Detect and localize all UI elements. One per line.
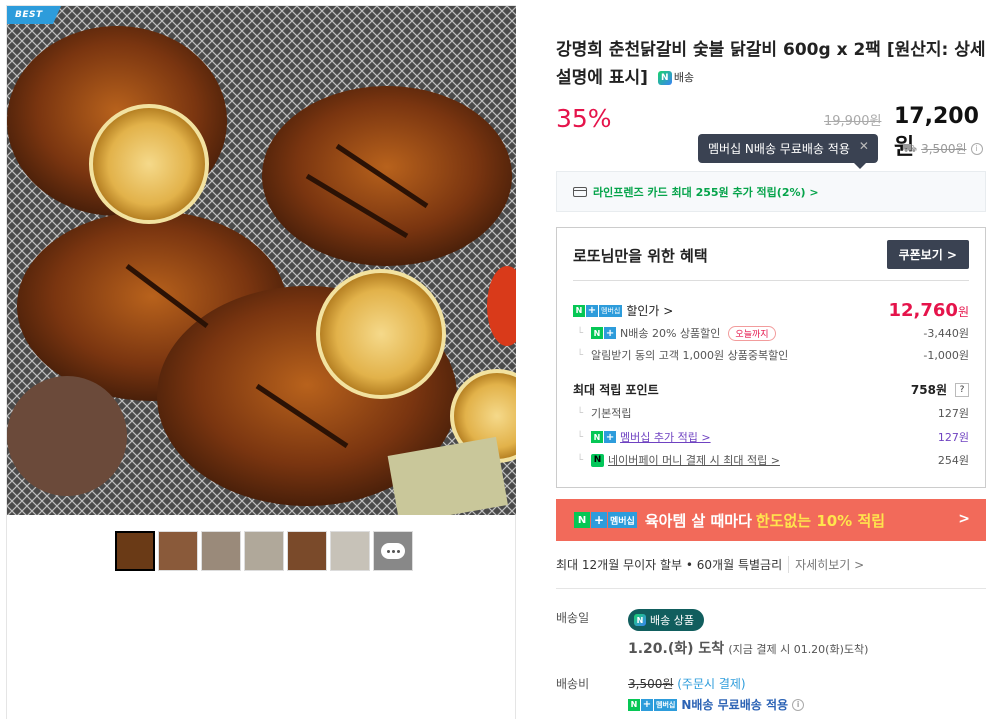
- arrival-note: (지금 결제 시 01.20(화)도착): [728, 643, 869, 656]
- free-shipping-applied: N + 멤버십 N배송 무료배송 적용 i: [628, 696, 805, 713]
- membership-points-link[interactable]: 멤버십 추가 적립 >: [620, 429, 711, 445]
- truck-icon: ⛟: [902, 140, 918, 155]
- tooltip-text: 멤버십 N배송 무료배송 적용: [708, 142, 850, 156]
- info-icon[interactable]: i: [970, 142, 983, 155]
- point-item-membership: └ N + 멤버십 추가 적립 > 127원: [577, 429, 969, 445]
- membership-banner[interactable]: N + 멤버십 육아템 살 때마다 한도없는 10% 적립 >: [556, 499, 986, 541]
- point-item-npay: └ N 네이버페이 머니 결제 시 최대 적립 > 254원: [577, 452, 969, 468]
- benefit-title: 로또님만을 위한 혜택: [573, 247, 708, 265]
- thumbnail-5[interactable]: [287, 531, 327, 571]
- best-badge: BEST: [7, 6, 61, 24]
- divider: [573, 280, 969, 281]
- free-shipping-tooltip: 멤버십 N배송 무료배송 적용 ✕: [698, 134, 878, 169]
- points-value: 758원: [910, 383, 947, 397]
- thumbnail-1[interactable]: [115, 531, 155, 571]
- benefit-item-label: N배송 20% 상품할인: [620, 327, 721, 340]
- point-item-value: 127원: [937, 431, 969, 444]
- product-gallery: BEST: [6, 5, 516, 719]
- installment-info: 최대 12개월 무이자 할부 • 60개월 특별금리 자세히보기 >: [556, 556, 864, 573]
- discount-price-row: N + 멤버십 할인가 > 12,760원: [573, 300, 969, 321]
- thumbnail-6[interactable]: [330, 531, 370, 571]
- divider: [556, 588, 986, 589]
- thumbnail-2[interactable]: [158, 531, 198, 571]
- thumbnail-more[interactable]: [373, 531, 413, 571]
- benefit-item-alarm: └ 알림받기 동의 고객 1,000원 상품중복할인 -1,000원: [577, 349, 969, 362]
- n-plus-badge: N +: [591, 431, 617, 443]
- n-delivery-tag: N 배송: [657, 64, 695, 92]
- membership-badge: N + 멤버십: [574, 512, 637, 528]
- close-icon[interactable]: ✕: [859, 139, 869, 153]
- benefit-box: 로또님만을 위한 혜택 쿠폰보기 > N + 멤버십 할인가 > 12,760원 └…: [556, 227, 986, 488]
- shipping-fee-note: (주문시 결제): [677, 677, 746, 691]
- n-plus-badge: N +: [591, 327, 617, 339]
- grilled-chicken-image: [7, 6, 516, 515]
- installment-text: 최대 12개월 무이자 할부 • 60개월 특별금리: [556, 558, 783, 572]
- shipping-fee-strike: 3,500원: [921, 142, 967, 156]
- chevron-right-icon: >: [958, 511, 970, 527]
- n-delivery-label: 배송: [673, 71, 695, 84]
- installment-more-link[interactable]: 자세히보기 >: [788, 556, 864, 573]
- point-item-basic: └ 기본적립 127원: [577, 407, 969, 420]
- banner-highlight: 한도없는 10% 적립: [755, 511, 886, 530]
- shipping-fee-strike: 3,500원: [628, 677, 674, 691]
- today-only-badge: 오늘까지: [728, 325, 776, 341]
- n-logo-icon: N: [634, 614, 646, 626]
- point-item-value: 254원: [937, 454, 969, 467]
- thumbnail-strip: [115, 531, 413, 571]
- n-logo-icon: N: [657, 71, 672, 85]
- credit-card-icon: [573, 186, 587, 197]
- n-delivery-badge: N 배송 상품: [628, 609, 704, 631]
- product-main-image[interactable]: BEST: [7, 6, 516, 515]
- original-price: 19,900원: [824, 114, 882, 129]
- points-row: 최대 적립 포인트 758원?: [573, 381, 969, 398]
- shipping-fee-label: 배송비: [556, 677, 590, 691]
- shipping-fee-row: ⛟ 3,500원 i: [902, 140, 983, 157]
- points-label: 최대 적립 포인트: [573, 383, 659, 397]
- more-icon: [381, 543, 405, 559]
- thumbnail-3[interactable]: [201, 531, 241, 571]
- npay-points-link[interactable]: 네이버페이 머니 결제 시 최대 적립 >: [608, 452, 780, 468]
- n-delivery-badge-text: 배송 상품: [650, 614, 694, 627]
- discount-rate: 35%: [556, 104, 612, 133]
- banner-text: 육아템 살 때마다: [644, 511, 752, 530]
- info-icon[interactable]: i: [792, 698, 805, 711]
- coupon-button[interactable]: 쿠폰보기 >: [886, 240, 969, 269]
- product-page: BEST 강명희 춘천닭갈비 숯불 닭갈비 600g x 2팩 [원산지: 상세…: [0, 0, 1004, 719]
- product-title: 강명희 춘천닭갈비 숯불 닭갈비 600g x 2팩 [원산지: 상세설명에 표…: [556, 36, 986, 92]
- point-item-value: 127원: [937, 407, 969, 420]
- discount-price-link[interactable]: 할인가 >: [626, 302, 673, 319]
- point-item-label: 기본적립: [591, 407, 632, 420]
- delivery-date-label: 배송일: [556, 611, 590, 625]
- free-shipping-text: N배송 무료배송 적용: [681, 698, 789, 712]
- benefit-item-value: -1,000원: [923, 349, 969, 362]
- product-title-text: 강명희 춘천닭갈비 숯불 닭갈비 600g x 2팩 [원산지: 상세설명에 표…: [556, 40, 986, 88]
- benefit-item-value: -3,440원: [923, 327, 969, 340]
- help-icon[interactable]: ?: [955, 382, 969, 397]
- benefit-item-label: 알림받기 동의 고객 1,000원 상품중복할인: [591, 349, 789, 362]
- shipping-fee-info: 3,500원 (주문시 결제): [628, 675, 746, 692]
- benefit-item-ndelivery: └ N + N배송 20% 상품할인 오늘까지 -3,440원: [577, 325, 969, 341]
- membership-badge: N + 멤버십: [573, 304, 623, 317]
- card-promo-text: 라인프렌즈 카드 최대 255원 추가 적립(2%) >: [593, 185, 819, 199]
- arrival-info: 1.20.(화) 도착 (지금 결제 시 01.20(화)도착): [628, 638, 868, 658]
- card-promo[interactable]: 라인프렌즈 카드 최대 255원 추가 적립(2%) >: [556, 171, 986, 212]
- discount-price-value: 12,760원: [888, 300, 969, 321]
- naver-pay-icon: N: [591, 453, 605, 467]
- membership-badge: N + 멤버십: [628, 698, 678, 711]
- arrival-date: 1.20.(화) 도착: [628, 641, 725, 657]
- thumbnail-4[interactable]: [244, 531, 284, 571]
